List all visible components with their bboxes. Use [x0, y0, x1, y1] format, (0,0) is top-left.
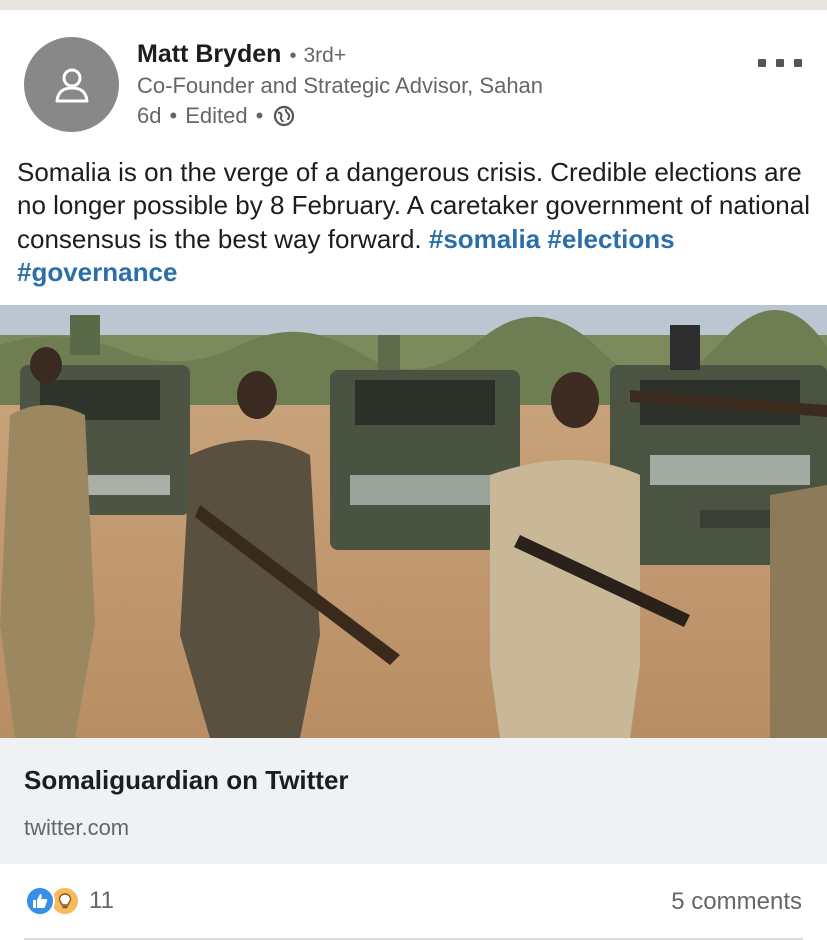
reactions-summary[interactable]: 11: [25, 886, 114, 916]
edited-label: Edited: [185, 103, 248, 128]
comments-count-link[interactable]: 5 comments: [671, 888, 802, 916]
author-headline: Co-Founder and Strategic Advisor, Sahan: [137, 73, 544, 98]
globe-icon: [273, 105, 295, 127]
separator-dot: •: [289, 45, 297, 67]
reaction-count: 11: [89, 887, 114, 914]
link-preview-domain: twitter.com: [24, 815, 130, 840]
more-horizontal-icon[interactable]: [758, 56, 802, 70]
post-age: 6d: [137, 103, 162, 128]
post-body: Somalia is on the verge of a dangerous c…: [17, 156, 817, 289]
author-name[interactable]: Matt Bryden: [137, 40, 281, 69]
link-preview-card[interactable]: Somaliguardian on Twitter twitter.com: [0, 738, 827, 864]
post-header: Matt Bryden • 3rd+ Co-Founder and Strate…: [0, 10, 827, 150]
connection-degree: 3rd+: [303, 44, 347, 67]
link-preview-image[interactable]: [0, 305, 827, 738]
person-icon: [55, 68, 88, 102]
separator-dot: •: [169, 103, 178, 128]
hashtag-link[interactable]: #governance: [17, 257, 177, 287]
post-text: Somalia is on the verge of a dangerous c…: [17, 157, 810, 254]
link-preview-title: Somaliguardian on Twitter: [24, 765, 349, 795]
hashtag-link[interactable]: #elections: [547, 224, 674, 254]
separator-dot: •: [255, 103, 264, 128]
author-name-line: Matt Bryden • 3rd+: [137, 40, 346, 69]
author-avatar[interactable]: [24, 37, 119, 132]
post-meta: 6d • Edited •: [137, 103, 295, 129]
hashtag-link[interactable]: #somalia: [429, 224, 540, 254]
feed-divider-band: [0, 0, 827, 10]
like-icon: [25, 886, 55, 916]
social-counts: 11 5 comments: [0, 864, 827, 940]
